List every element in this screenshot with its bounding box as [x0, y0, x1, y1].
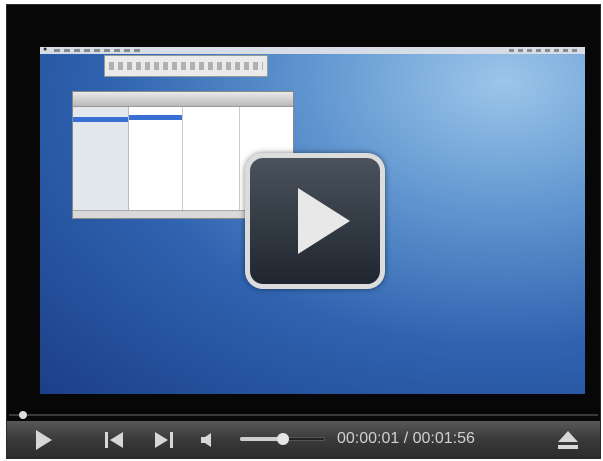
- volume-handle[interactable]: [276, 433, 289, 445]
- finder-titlebar: [73, 92, 293, 107]
- finder-sidebar: [73, 107, 129, 210]
- skip-forward-icon: [155, 432, 173, 448]
- seek-handle[interactable]: [19, 411, 27, 419]
- video-frame[interactable]: ●: [40, 47, 585, 394]
- apple-icon: ●: [43, 47, 48, 53]
- seek-track: [9, 414, 598, 416]
- play-button[interactable]: [35, 430, 53, 450]
- volume-slider[interactable]: [240, 433, 325, 445]
- play-icon: [298, 188, 350, 254]
- next-button[interactable]: [153, 432, 173, 448]
- skip-back-icon: [105, 432, 123, 448]
- video-toolbar-window: [104, 55, 268, 77]
- previous-button[interactable]: [105, 432, 125, 448]
- menubar-menu-items: [54, 49, 144, 52]
- speaker-icon: [201, 433, 211, 447]
- play-icon: [36, 430, 52, 450]
- video-player: ● 00:00:01 / 00:01:56: [6, 4, 601, 459]
- eject-icon: [558, 431, 578, 449]
- mute-button[interactable]: [200, 433, 214, 447]
- big-play-button[interactable]: [245, 153, 385, 289]
- menubar-status-items: [509, 49, 579, 52]
- finder-column: [129, 107, 183, 210]
- time-display: 00:00:01 / 00:01:56: [337, 430, 475, 447]
- video-desktop-menubar: ●: [40, 47, 585, 54]
- seek-bar[interactable]: [7, 409, 600, 421]
- finder-column: [183, 107, 240, 210]
- control-bar: 00:00:01 / 00:01:56: [7, 421, 600, 458]
- eject-button[interactable]: [558, 431, 578, 449]
